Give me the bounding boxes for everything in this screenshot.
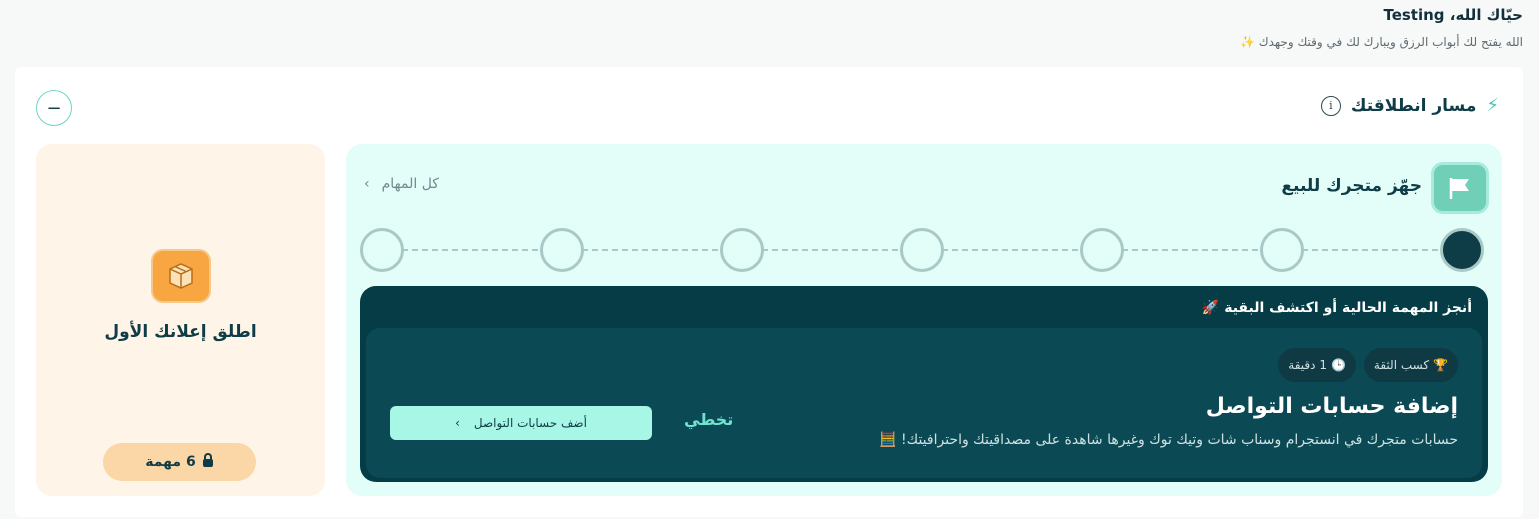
time-badge-label: 1 دقيقة xyxy=(1288,358,1327,372)
section-header: ⚡ مسار انطلاقتك i xyxy=(1320,95,1499,116)
step-circle[interactable] xyxy=(900,228,944,272)
step-circle[interactable] xyxy=(1260,228,1304,272)
greeting-subtitle: الله يفتح لك أبواب الرزق ويبارك لك في وق… xyxy=(1239,35,1523,49)
task-card: 🏆 كسب الثقة 🕒 1 دقيقة إضافة حسابات التوا… xyxy=(366,328,1482,478)
tasks-count-label: 6 مهمة xyxy=(145,454,196,470)
task-badges: 🏆 كسب الثقة 🕒 1 دقيقة xyxy=(1278,348,1458,382)
info-icon[interactable]: i xyxy=(1320,95,1341,116)
greeting-title: حيّاك الله، Testing xyxy=(1383,6,1523,24)
progress-steps xyxy=(360,228,1484,272)
flag-icon xyxy=(1431,162,1489,214)
collapse-button[interactable]: − xyxy=(36,90,72,126)
launch-path-card: ⚡ مسار انطلاقتك i − اطلق إعلانك الأول 6 … xyxy=(15,67,1523,517)
all-tasks-label: كل المهام xyxy=(381,176,439,192)
trust-badge: 🏆 كسب الثقة xyxy=(1363,348,1458,382)
tasks-count-pill: 6 مهمة xyxy=(103,443,256,481)
step-circle[interactable] xyxy=(360,228,404,272)
first-ad-card[interactable]: اطلق إعلانك الأول 6 مهمة xyxy=(36,144,325,496)
task-description: حسابات متجرك في انستجرام وسناب شات وتيك … xyxy=(879,432,1458,448)
clock-icon: 🕒 xyxy=(1330,358,1346,372)
all-tasks-link[interactable]: كل المهام › xyxy=(364,176,439,192)
trust-badge-label: كسب الثقة xyxy=(1373,358,1430,372)
box-icon xyxy=(151,249,211,303)
chevron-right-icon: › xyxy=(455,416,460,430)
step-circle[interactable] xyxy=(1080,228,1124,272)
prepare-store-title: جهّز متجرك للبيع xyxy=(1281,176,1422,196)
lock-icon xyxy=(202,453,214,471)
section-title: مسار انطلاقتك xyxy=(1350,95,1477,116)
step-circle-current[interactable] xyxy=(1440,228,1484,272)
prepare-store-card: جهّز متجرك للبيع كل المهام › أنجز المهمة… xyxy=(346,144,1502,496)
chevron-right-icon: › xyxy=(364,176,370,192)
minus-icon: − xyxy=(46,97,62,119)
step-circle[interactable] xyxy=(720,228,764,272)
step-circle[interactable] xyxy=(540,228,584,272)
time-badge: 🕒 1 دقيقة xyxy=(1278,348,1356,382)
bolt-icon: ⚡ xyxy=(1486,95,1499,116)
skip-button[interactable]: تخطي xyxy=(684,410,733,429)
task-title: إضافة حسابات التواصل xyxy=(1205,394,1458,419)
current-task-box: أنجز المهمة الحالية أو اكتشف البقية 🚀 🏆 … xyxy=(360,286,1488,482)
add-social-accounts-button[interactable]: أضف حسابات التواصل › xyxy=(390,406,652,440)
first-ad-title: اطلق إعلانك الأول xyxy=(104,322,257,342)
trophy-icon: 🏆 xyxy=(1433,358,1448,372)
task-prompt: أنجز المهمة الحالية أو اكتشف البقية 🚀 xyxy=(1201,300,1472,316)
cta-label: أضف حسابات التواصل xyxy=(473,416,587,430)
